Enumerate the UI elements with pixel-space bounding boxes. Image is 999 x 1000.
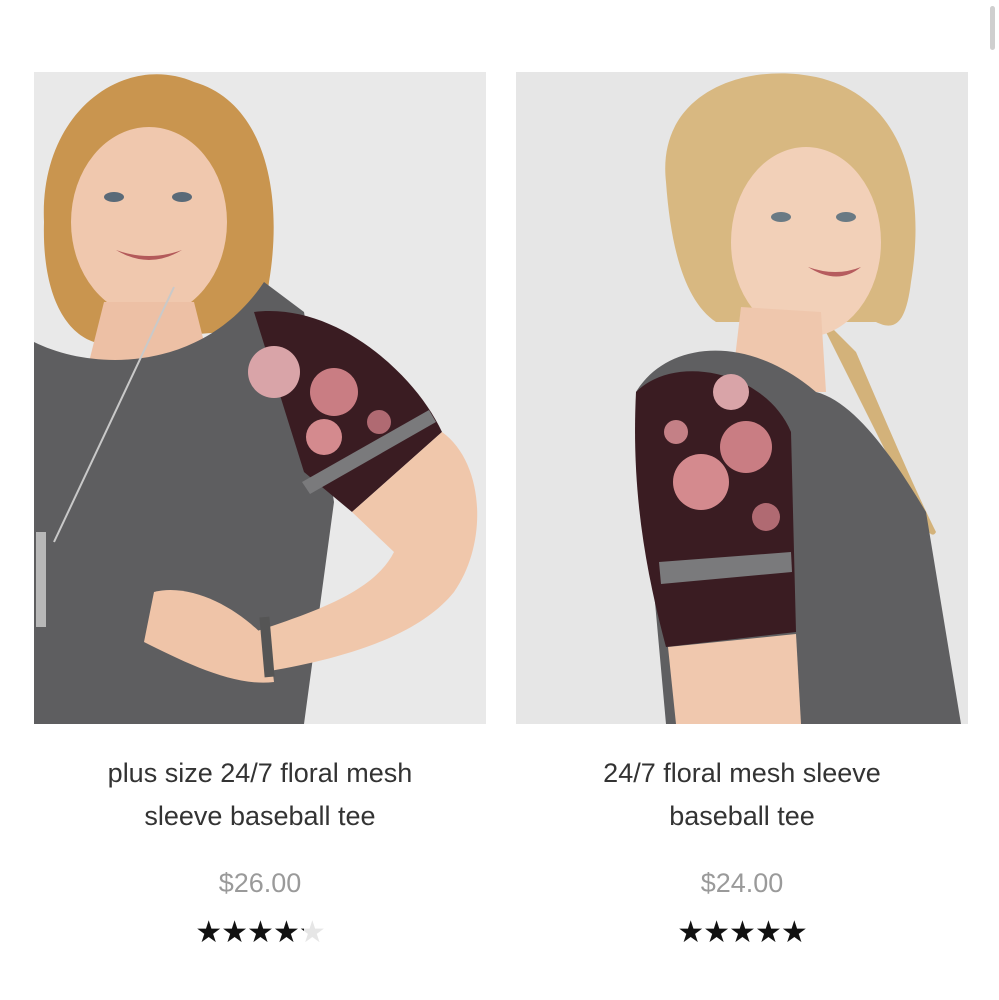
product-title-line-1[interactable]: 24/7 floral mesh sleeve (544, 752, 940, 795)
star-icon: ★ (729, 915, 756, 950)
star-icon: ★ (703, 915, 730, 950)
star-icon: ★ (754, 915, 782, 950)
product-title-line-2[interactable]: sleeve baseball tee (62, 795, 458, 838)
product-image[interactable] (516, 72, 968, 724)
product-price: $24.00 (700, 868, 784, 898)
rating-stars: ★★★★★★ (34, 918, 486, 948)
rating-stars: ★★★★★ (516, 918, 968, 948)
star-icon: ★★ (298, 915, 326, 950)
product-image[interactable] (34, 72, 486, 724)
product-card[interactable]: 24/7 floral mesh sleeve baseball tee $24… (516, 72, 968, 948)
star-icon: ★ (272, 915, 300, 950)
product-title[interactable]: 24/7 floral mesh sleeve baseball tee (516, 752, 968, 838)
star-icon: ★ (221, 915, 248, 950)
star-icon: ★ (780, 915, 808, 950)
scroll-indicator[interactable] (990, 6, 995, 50)
star-icon: ★ (677, 915, 704, 950)
product-price: $26.00 (218, 868, 302, 898)
star-icon: ★ (247, 915, 274, 950)
product-title[interactable]: plus size 24/7 floral mesh sleeve baseba… (34, 752, 486, 838)
product-grid-page: plus size 24/7 floral mesh sleeve baseba… (0, 0, 999, 1000)
star-icon: ★ (195, 915, 222, 950)
product-card[interactable]: plus size 24/7 floral mesh sleeve baseba… (34, 72, 486, 948)
product-title-line-2[interactable]: baseball tee (544, 795, 940, 838)
product-title-line-1[interactable]: plus size 24/7 floral mesh (62, 752, 458, 795)
